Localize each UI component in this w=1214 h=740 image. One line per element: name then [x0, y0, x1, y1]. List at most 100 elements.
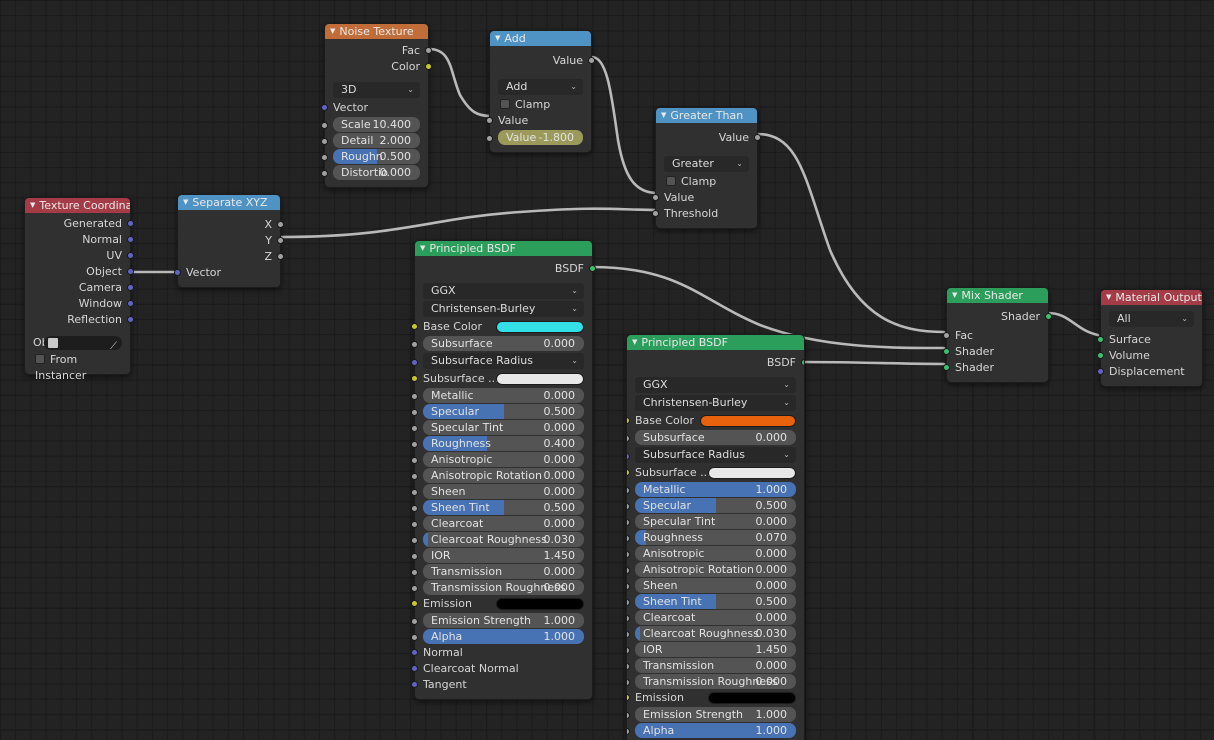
socket-sheen[interactable]: [627, 583, 630, 590]
collapse-icon[interactable]: ▼: [1106, 290, 1111, 305]
socket-distortion[interactable]: [321, 170, 328, 177]
prop-anisotropic-row[interactable]: Anisotropic 0.000: [627, 546, 804, 561]
socket-surface[interactable]: [1097, 336, 1104, 343]
prop-sheen-row[interactable]: Sheen 0.000: [627, 578, 804, 593]
chevron-down-icon[interactable]: ⌄: [1181, 311, 1188, 327]
socket-x[interactable]: [277, 221, 284, 228]
node-texture-coordinate[interactable]: ▼Texture Coordinate Generated Normal UV …: [24, 197, 134, 382]
socket-transmission[interactable]: [411, 569, 418, 576]
slider-emission-strength[interactable]: Emission Strength 1.000: [423, 613, 584, 628]
chevron-down-icon[interactable]: ⌄: [783, 395, 790, 411]
subsurface-color-row[interactable]: Subsurface ...: [627, 465, 804, 481]
socket-emission[interactable]: [411, 600, 418, 607]
prop-alpha-row[interactable]: Alpha 1.000: [411, 629, 592, 644]
socket-vector[interactable]: [321, 104, 328, 111]
prop-emission-strength-row[interactable]: Emission Strength 1.000: [627, 707, 804, 722]
node-header-separate-xyz[interactable]: ▼ Separate XYZ: [178, 195, 280, 210]
socket-metallic[interactable]: [627, 487, 630, 494]
input-shader-1[interactable]: Shader: [943, 344, 1048, 360]
node-header-material-output[interactable]: ▼ Material Output: [1101, 290, 1202, 305]
prop-transmission-row[interactable]: Transmission 0.000: [627, 658, 804, 673]
slider-transmission[interactable]: Transmission 0.000: [635, 658, 796, 673]
slider-specular[interactable]: Specular 0.500: [635, 498, 796, 513]
input-normal[interactable]: Normal: [411, 645, 592, 661]
prop-clearcoat-roughness-row[interactable]: Clearcoat Roughness 0.030: [411, 532, 592, 547]
node-mix-shader[interactable]: ▼ Mix Shader Shader Fac Shader Shader: [943, 287, 1052, 383]
socket-generated[interactable]: [127, 220, 134, 227]
prop-transmission-roughness-row[interactable]: Transmission Roughness 0.000: [627, 674, 804, 689]
socket-normal[interactable]: [411, 649, 418, 656]
prop-sheen-tint-row[interactable]: Sheen Tint 0.500: [627, 594, 804, 609]
input-surface[interactable]: Surface: [1097, 332, 1202, 348]
output-bsdf[interactable]: BSDF: [415, 261, 596, 277]
socket-subsurface-color[interactable]: [627, 469, 630, 476]
socket-reflection[interactable]: [127, 316, 134, 323]
prop-ior-row[interactable]: IOR 1.450: [411, 548, 592, 563]
socket-value[interactable]: [652, 194, 659, 201]
output-value[interactable]: Value: [656, 130, 761, 146]
socket-subsurface-color[interactable]: [411, 375, 418, 382]
socket-normal[interactable]: [127, 236, 134, 243]
base-color-row[interactable]: Base Color: [411, 319, 592, 335]
slider-roughness[interactable]: Roughn 0.500: [333, 149, 420, 164]
socket-value-1[interactable]: [486, 117, 493, 124]
prop-anisotropic-row[interactable]: Anisotropic 0.000: [411, 452, 592, 467]
prop-specular-tint-row[interactable]: Specular Tint 0.000: [411, 420, 592, 435]
socket-emission[interactable]: [627, 694, 630, 701]
input-tangent[interactable]: Tangent: [411, 677, 592, 693]
output-value[interactable]: Value: [490, 53, 595, 69]
input-value-2-row[interactable]: Value -1.800: [486, 130, 591, 145]
socket-volume[interactable]: [1097, 352, 1104, 359]
slider-sheen[interactable]: Sheen 0.000: [423, 484, 584, 499]
prop-distortion-row[interactable]: Distortio 0.000: [321, 165, 428, 180]
input-shader-2[interactable]: Shader: [943, 360, 1048, 376]
socket-emission-strength[interactable]: [627, 712, 630, 719]
slider-alpha[interactable]: Alpha 1.000: [635, 723, 796, 738]
socket-bsdf[interactable]: [801, 359, 804, 366]
target-dropdown[interactable]: All ⌄: [1109, 311, 1194, 327]
socket-specular-tint[interactable]: [627, 519, 630, 526]
output-camera[interactable]: Camera: [25, 280, 134, 296]
base-color-swatch[interactable]: [700, 415, 796, 427]
dimension-dropdown[interactable]: 3D ⌄: [333, 82, 420, 98]
prop-metallic-row[interactable]: Metallic 1.000: [627, 482, 804, 497]
slider-clearcoat[interactable]: Clearcoat 0.000: [423, 516, 584, 531]
collapse-icon[interactable]: ▼: [183, 195, 188, 210]
input-value[interactable]: Value: [652, 190, 757, 206]
slider-anisotropic-rotation[interactable]: Anisotropic Rotation 0.000: [635, 562, 796, 577]
prop-anisotropic-rotation-row[interactable]: Anisotropic Rotation 0.000: [627, 562, 804, 577]
node-math-greater-than[interactable]: ▼ Greater Than Value Greater Than ⌄ Clamp…: [652, 107, 761, 229]
distribution-dropdown[interactable]: GGX ⌄: [635, 377, 796, 393]
socket-vector[interactable]: [174, 269, 181, 276]
subsurface-color-swatch[interactable]: [708, 467, 796, 479]
slider-specular-tint[interactable]: Specular Tint 0.000: [635, 514, 796, 529]
prop-clearcoat-roughness-row[interactable]: Clearcoat Roughness 0.030: [627, 626, 804, 641]
socket-sheen-tint[interactable]: [627, 599, 630, 606]
operation-dropdown[interactable]: Add ⌄: [498, 79, 583, 95]
subsurface-method-dropdown[interactable]: Christensen-Burley ⌄: [423, 301, 584, 317]
slider-sheen-tint[interactable]: Sheen Tint 0.500: [423, 500, 584, 515]
prop-scale-row[interactable]: Scale 10.400: [321, 117, 428, 132]
subsurface-method-dropdown[interactable]: Christensen-Burley ⌄: [635, 395, 796, 411]
slider-anisotropic-rotation[interactable]: Anisotropic Rotation 0.000: [423, 468, 584, 483]
output-reflection[interactable]: Reflection: [25, 312, 134, 328]
output-generated[interactable]: Generated: [25, 216, 134, 232]
clamp-checkbox-row[interactable]: Clamp: [656, 174, 757, 190]
slider-anisotropic[interactable]: Anisotropic 0.000: [423, 452, 584, 467]
output-color[interactable]: Color: [325, 59, 432, 75]
socket-metallic[interactable]: [411, 393, 418, 400]
socket-fac[interactable]: [425, 47, 432, 54]
emission-color-row[interactable]: Emission: [411, 596, 592, 612]
socket-value-out[interactable]: [754, 134, 761, 141]
socket-roughness[interactable]: [627, 535, 630, 542]
socket-transmission-roughness[interactable]: [411, 585, 418, 592]
socket-sheen[interactable]: [411, 489, 418, 496]
node-header-mix-shader[interactable]: ▼ Mix Shader: [947, 288, 1048, 303]
socket-clearcoat-roughness[interactable]: [411, 537, 418, 544]
subsurface-color-row[interactable]: Subsurface ...: [411, 371, 592, 387]
slider-ior[interactable]: IOR 1.450: [423, 548, 584, 563]
output-window[interactable]: Window: [25, 296, 134, 312]
base-color-swatch[interactable]: [496, 321, 584, 333]
socket-clearcoat-roughness[interactable]: [627, 631, 630, 638]
collapse-icon[interactable]: ▼: [661, 108, 666, 123]
